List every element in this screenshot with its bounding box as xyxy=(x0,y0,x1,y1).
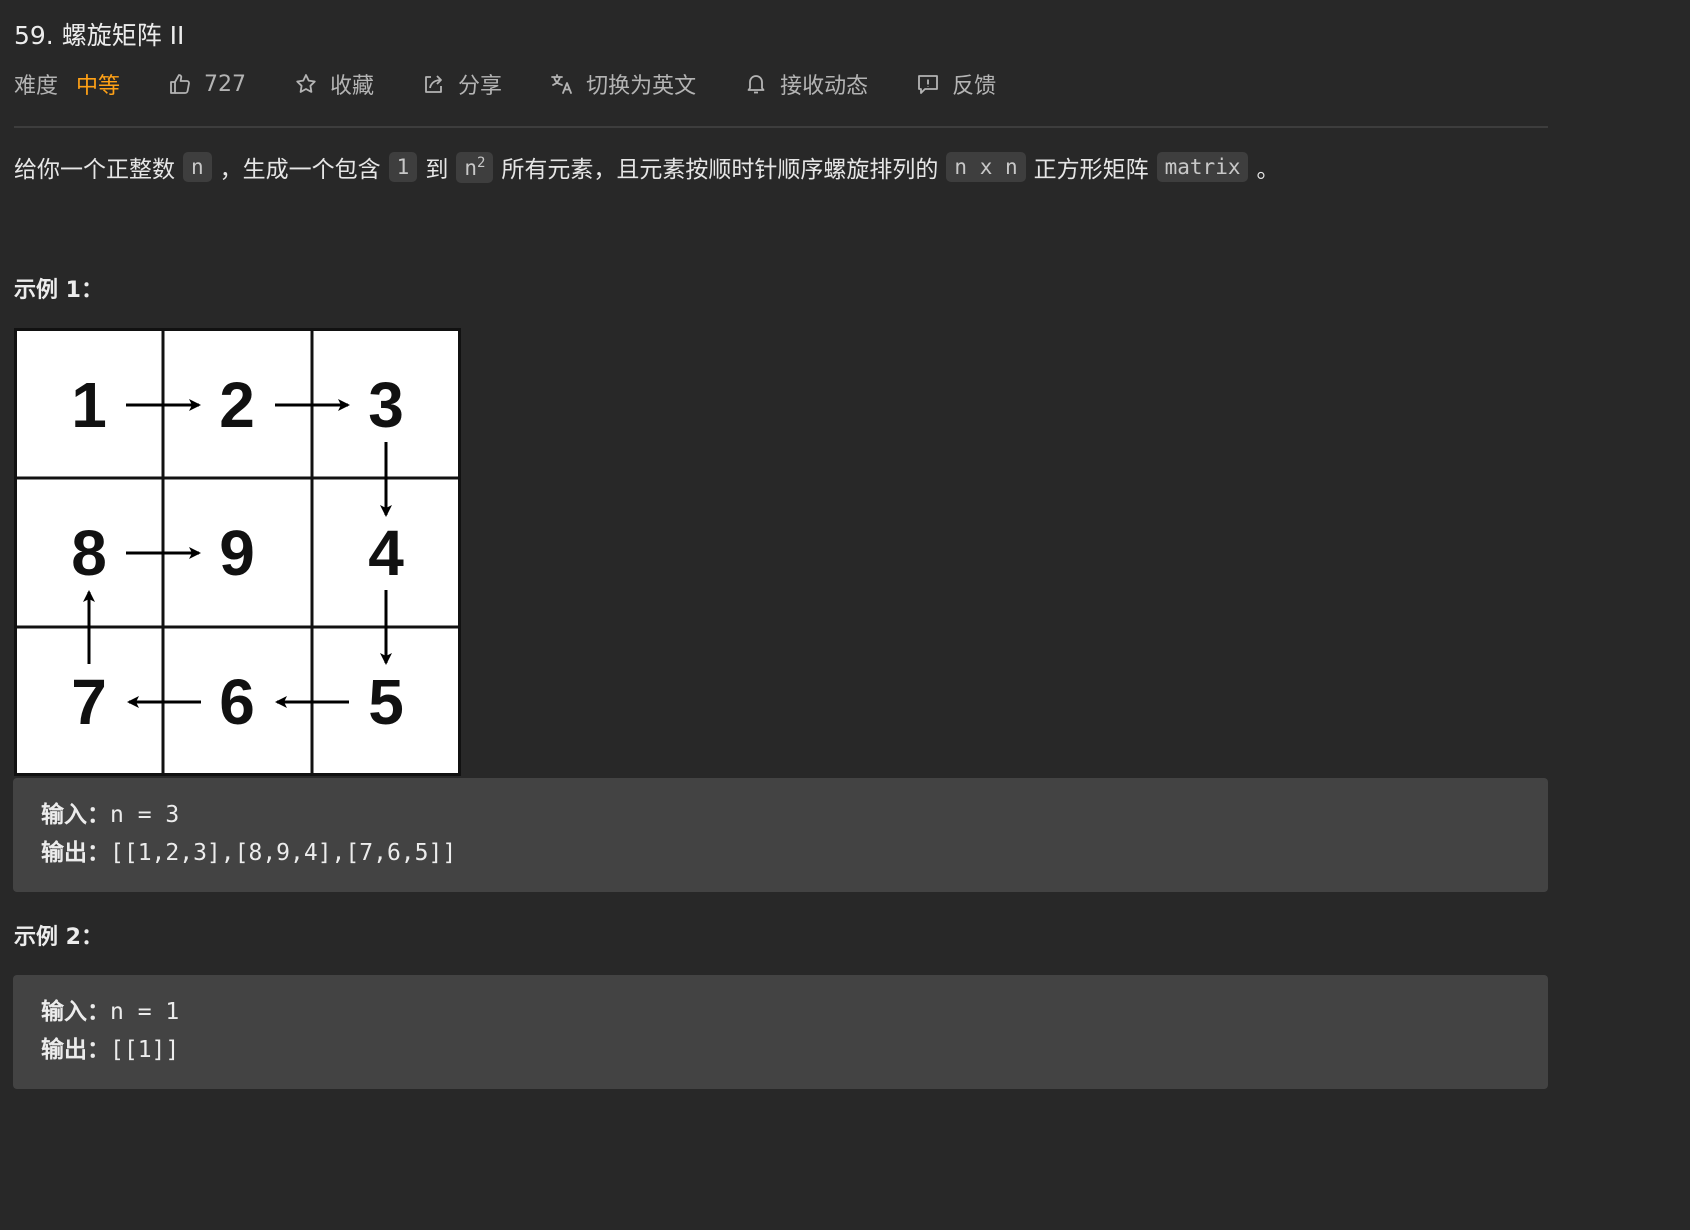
output-value: [[1]] xyxy=(110,1037,180,1063)
problem-meta-bar: 难度 中等 727 收藏 分享 切换为英文 接收动态 反馈 xyxy=(14,64,1044,104)
input-label: 输入： xyxy=(41,999,110,1025)
matrix-cell: 5 xyxy=(368,666,404,738)
feedback-button[interactable]: 反馈 xyxy=(916,68,996,100)
example-1-code-block: 输入：n = 3 输出：[[1,2,3],[8,9,4],[7,6,5]] xyxy=(13,778,1548,892)
subscribe-label: 接收动态 xyxy=(780,74,869,99)
bell-icon xyxy=(747,75,765,94)
inline-code-nxn: n x n xyxy=(946,152,1026,182)
inline-code-matrix: matrix xyxy=(1156,152,1249,182)
example-2-title: 示例 2： xyxy=(14,925,103,950)
example-2-output-line: 输出：[[1]] xyxy=(13,1031,1548,1069)
desc-text-6: 。 xyxy=(1256,157,1280,183)
like-button[interactable]: 727 xyxy=(168,72,246,97)
inline-code-1: 1 xyxy=(388,152,418,182)
example-2-input-line: 输入：n = 1 xyxy=(13,993,1548,1031)
share-icon xyxy=(425,75,442,93)
subscribe-button[interactable]: 接收动态 xyxy=(744,68,868,100)
desc-text-3: 到 xyxy=(425,157,449,183)
desc-text-4: 所有元素，且元素按顺时针顺序螺旋排列的 xyxy=(501,157,939,183)
output-label: 输出： xyxy=(41,840,110,866)
desc-text-5: 正方形矩阵 xyxy=(1033,157,1149,183)
example-1-title: 示例 1： xyxy=(14,278,103,303)
input-label: 输入： xyxy=(41,802,110,828)
matrix-cell: 2 xyxy=(219,369,255,441)
star-icon xyxy=(296,74,316,93)
example-1-output-line: 输出：[[1,2,3],[8,9,4],[7,6,5]] xyxy=(13,834,1548,872)
spiral-matrix-image: 1 2 3 8 9 4 7 6 5 xyxy=(14,328,461,776)
problem-description: 给你一个正整数 n ，生成一个包含 1 到 n2 所有元素，且元素按顺时针顺序螺… xyxy=(14,150,1279,184)
input-value: n = 3 xyxy=(110,802,180,828)
feedback-label: 反馈 xyxy=(952,74,997,99)
matrix-cell: 7 xyxy=(71,666,107,738)
output-label: 输出： xyxy=(41,1037,110,1063)
input-value: n = 1 xyxy=(110,999,180,1025)
problem-title: 59. 螺旋矩阵 II xyxy=(14,21,185,50)
desc-text-2: ，生成一个包含 xyxy=(219,157,381,183)
matrix-cell: 4 xyxy=(368,517,404,589)
like-count: 727 xyxy=(204,71,247,97)
matrix-cell: 6 xyxy=(219,666,255,738)
header-divider xyxy=(14,126,1548,128)
collect-button[interactable]: 收藏 xyxy=(294,68,374,100)
inline-code-n-squared: n2 xyxy=(456,151,494,183)
translate-icon xyxy=(551,74,572,94)
difficulty-label: 难度 xyxy=(14,74,59,99)
n-squared-base: n xyxy=(464,155,477,180)
matrix-cell: 9 xyxy=(219,517,255,589)
collect-label: 收藏 xyxy=(330,74,375,99)
switch-language-button[interactable]: 切换为英文 xyxy=(550,68,696,100)
example-1-input-line: 输入：n = 3 xyxy=(13,796,1548,834)
switch-language-label: 切换为英文 xyxy=(586,74,697,99)
inline-code-n: n xyxy=(183,152,212,182)
difficulty-value: 中等 xyxy=(76,74,121,99)
matrix-cell: 8 xyxy=(71,517,107,589)
n-squared-exponent: 2 xyxy=(476,154,486,171)
desc-text-1: 给你一个正整数 xyxy=(14,157,175,183)
matrix-cell: 3 xyxy=(368,369,404,441)
share-button[interactable]: 分享 xyxy=(422,68,502,100)
feedback-icon xyxy=(918,75,938,94)
output-value: [[1,2,3],[8,9,4],[7,6,5]] xyxy=(110,840,457,866)
share-label: 分享 xyxy=(458,74,503,99)
example-2-code-block: 输入：n = 1 输出：[[1]] xyxy=(13,975,1548,1089)
matrix-cell: 1 xyxy=(71,369,107,441)
thumbs-up-icon xyxy=(170,74,190,94)
